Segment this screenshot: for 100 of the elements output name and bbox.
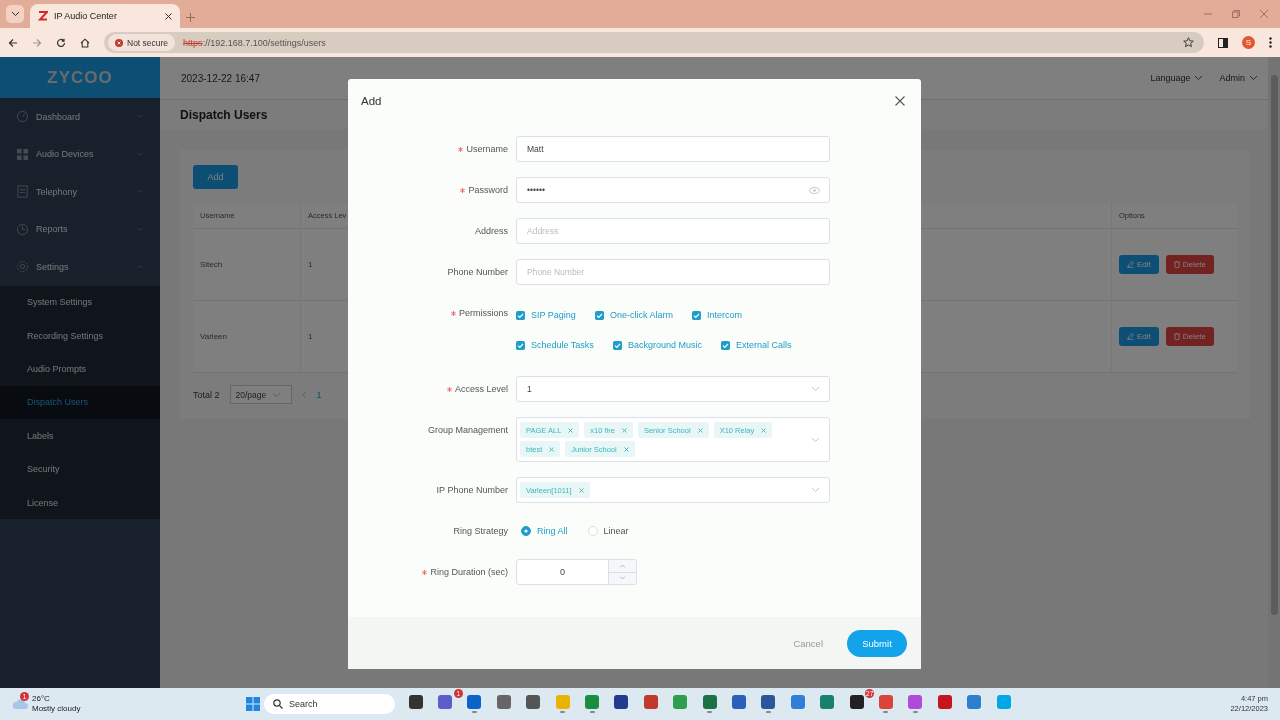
number-spinner[interactable]: 0 <box>516 559 637 585</box>
tab-list-button[interactable] <box>6 5 24 23</box>
remove-icon[interactable] <box>621 427 627 433</box>
cloud-icon <box>12 698 28 710</box>
submenu-item[interactable]: Recording Settings <box>0 318 160 353</box>
field-label: Username <box>466 144 508 154</box>
submenu-item[interactable]: License <box>0 485 160 520</box>
app-icon[interactable] <box>408 695 423 709</box>
checkbox-label[interactable]: Background Music <box>627 340 702 350</box>
field-label: Password <box>468 185 508 195</box>
cancel-button[interactable]: Cancel <box>789 633 827 653</box>
home-icon[interactable] <box>80 37 90 48</box>
edit-button[interactable]: Edit <box>1119 255 1159 274</box>
checkbox[interactable] <box>516 340 525 350</box>
address-bar[interactable]: Not secure https://192.168.7.100/settings/users <box>104 32 1204 53</box>
forward-icon[interactable] <box>32 37 42 48</box>
checkbox-label[interactable]: One-click Alarm <box>609 310 673 320</box>
sidebar-item[interactable]: Audio Devices <box>0 135 160 173</box>
submit-button[interactable]: Submit <box>847 629 907 657</box>
page-number[interactable]: 1 <box>316 389 322 400</box>
header-menu[interactable]: Admin <box>1219 73 1258 83</box>
eye-icon[interactable] <box>809 186 820 194</box>
submenu-item[interactable]: Dispatch Users <box>0 385 160 420</box>
more-icon[interactable] <box>1269 37 1272 48</box>
z-logo-icon <box>38 11 48 21</box>
submenu-item[interactable]: Labels <box>0 419 160 453</box>
chevron-down-icon <box>1194 75 1204 81</box>
app-icon[interactable] <box>614 695 629 709</box>
chevron-down-icon <box>811 386 820 392</box>
edit-button[interactable]: Edit <box>1119 327 1159 346</box>
dialog-title: Add <box>361 95 383 107</box>
checkbox-label[interactable]: External Calls <box>735 340 792 350</box>
chevron-down-icon <box>137 226 144 232</box>
field-label: Access Level <box>454 384 508 394</box>
remove-icon[interactable] <box>623 446 629 452</box>
checkbox-label[interactable]: Schedule Tasks <box>531 340 594 350</box>
submenu-item[interactable]: Security <box>0 452 160 486</box>
clock-icon <box>16 222 29 236</box>
number-field[interactable]: 0 <box>517 560 608 584</box>
submenu-item[interactable]: Audio Prompts <box>0 352 160 386</box>
table-cell: 1 <box>308 332 313 341</box>
radio-label[interactable]: Linear <box>603 526 629 536</box>
header-menu[interactable]: Language <box>1150 73 1204 83</box>
security-chip[interactable]: Not secure <box>108 34 176 51</box>
submenu-item[interactable]: System Settings <box>0 285 160 319</box>
sidebar-item[interactable]: Dashboard <box>0 98 160 136</box>
back-icon[interactable] <box>8 37 18 48</box>
temperature: 26°C <box>32 694 51 704</box>
delete-button[interactable]: Delete <box>1165 327 1214 346</box>
restore-icon[interactable] <box>1232 10 1240 18</box>
page-title: Dispatch Users <box>180 107 268 122</box>
app-icon[interactable] <box>526 695 541 709</box>
profile-avatar[interactable]: S <box>1242 36 1255 49</box>
url-text: https://192.168.7.100/settings/users <box>183 37 326 48</box>
chevron-down-icon <box>137 151 144 157</box>
sidebar-item[interactable]: Settings <box>0 248 160 286</box>
text-field[interactable]: •••••• <box>516 177 830 203</box>
checkbox[interactable] <box>516 310 525 320</box>
remove-icon[interactable] <box>549 446 555 452</box>
start-icon[interactable] <box>246 697 260 711</box>
search-icon <box>273 699 283 709</box>
reload-icon[interactable] <box>56 37 66 48</box>
radio-label[interactable]: Ring All <box>537 526 568 536</box>
star-icon[interactable] <box>1183 37 1194 48</box>
text-field[interactable]: Matt <box>516 136 830 162</box>
checkbox[interactable] <box>691 310 701 320</box>
delete-button[interactable]: Delete <box>1165 255 1214 274</box>
remove-icon[interactable] <box>578 487 584 493</box>
close-icon[interactable] <box>165 12 172 20</box>
chevron-up-icon <box>137 264 144 270</box>
remove-icon[interactable] <box>697 427 703 433</box>
radio-button[interactable] <box>521 526 531 536</box>
checkbox-label[interactable]: Intercom <box>706 310 742 320</box>
sidebar-item[interactable]: Telephony <box>0 173 160 211</box>
text-field[interactable]: Phone Number <box>516 259 830 285</box>
pencil-icon <box>1127 333 1134 340</box>
side-panel-icon[interactable] <box>1218 37 1228 48</box>
settings-icon <box>16 260 29 274</box>
page-size-select[interactable]: 20/page <box>229 385 292 404</box>
close-icon[interactable] <box>895 96 905 106</box>
browser-tab[interactable]: IP Audio Center <box>30 4 180 28</box>
app-icon[interactable] <box>761 695 776 709</box>
add-button[interactable]: Add <box>193 165 238 189</box>
new-tab-button[interactable] <box>186 13 195 22</box>
checkbox[interactable] <box>720 340 730 350</box>
select-field[interactable]: 1 <box>516 376 830 402</box>
taskbar-search[interactable]: Search <box>264 694 395 714</box>
remove-icon[interactable] <box>568 427 574 433</box>
remove-icon[interactable] <box>761 427 767 433</box>
text-field[interactable]: Address <box>516 218 830 244</box>
checkbox[interactable] <box>594 310 604 320</box>
previous-page-icon[interactable] <box>301 390 307 399</box>
field-label: IP Phone Number <box>436 485 508 495</box>
field-label: Phone Number <box>447 267 508 277</box>
chevron-down-icon <box>811 487 820 493</box>
app-icon[interactable] <box>849 695 864 709</box>
scrollbar[interactable] <box>1268 57 1280 688</box>
checkbox[interactable] <box>612 340 622 350</box>
sidebar-item[interactable]: Reports <box>0 210 160 248</box>
checkbox-label[interactable]: SIP Paging <box>531 310 576 320</box>
